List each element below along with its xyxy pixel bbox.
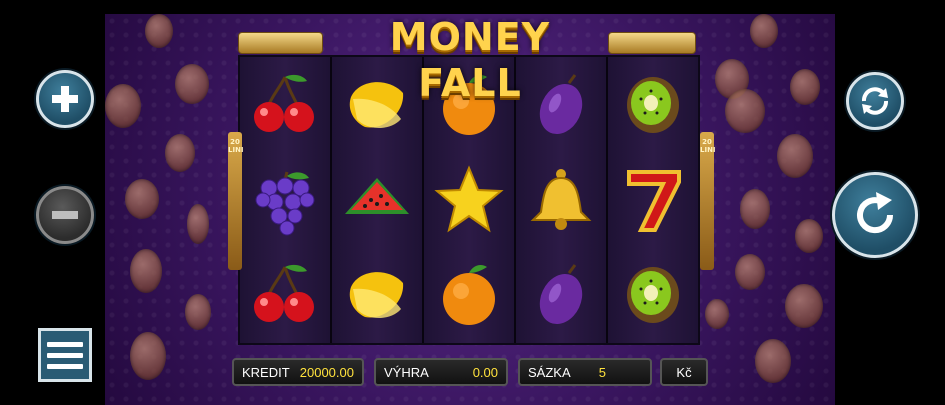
symbol-grapes [240, 152, 330, 247]
currency-button[interactable]: Kč [660, 358, 708, 386]
watermelon-icon [345, 177, 409, 214]
coin-stack-right [608, 32, 696, 54]
increase-bet-button[interactable] [36, 70, 94, 128]
credit-value: 20000.00 [299, 364, 354, 380]
kiwi-icon [627, 76, 679, 133]
bet-value: 5 [598, 364, 606, 380]
reel-4 [516, 57, 608, 343]
orange-icon [443, 265, 495, 326]
symbol-seven [608, 152, 698, 247]
reel-5 [608, 57, 698, 343]
lines-indicator-left: 20 LINI [228, 132, 244, 270]
spin-icon [857, 192, 894, 234]
bell-icon [530, 168, 592, 230]
symbol-cherry [240, 57, 330, 152]
cherry-icon [254, 74, 314, 132]
symbol-lemon [332, 57, 422, 152]
credit-label: KREDIT [242, 364, 290, 380]
symbol-bell [516, 152, 606, 247]
spin-button[interactable] [832, 172, 918, 258]
lemon-icon [349, 272, 404, 319]
bet-display[interactable]: SÁZKA 5 [518, 358, 652, 386]
win-value: 0.00 [472, 364, 498, 380]
cherry-icon [254, 265, 314, 323]
symbol-kiwi [608, 248, 698, 343]
symbol-kiwi [608, 57, 698, 152]
grapes-icon [255, 171, 315, 236]
lines-indicator-right: 20 LINI [700, 132, 716, 270]
game-title: MONEY FALL [389, 15, 551, 105]
bet-label: SÁZKA [528, 364, 571, 380]
plus-icon [52, 86, 78, 112]
kiwi-icon [627, 267, 679, 324]
autoplay-button[interactable] [846, 72, 904, 130]
decrease-bet-button[interactable] [36, 186, 94, 244]
coin-stack-left [238, 32, 323, 54]
menu-button[interactable] [38, 328, 92, 382]
win-display: VÝHRA 0.00 [374, 358, 508, 386]
symbol-orange [424, 248, 514, 343]
minus-icon [52, 211, 78, 219]
win-label: VÝHRA [384, 364, 429, 380]
reel-1 [240, 57, 332, 343]
autoplay-icon [862, 87, 888, 115]
currency-label: Kč [676, 364, 692, 380]
symbol-plum [516, 248, 606, 343]
symbol-cherry [240, 248, 330, 343]
menu-icon [47, 341, 83, 347]
symbol-watermelon [332, 152, 422, 247]
symbol-star [424, 152, 514, 247]
credit-display: KREDIT 20000.00 [232, 358, 364, 386]
plum-icon [539, 264, 583, 325]
symbol-plum [516, 57, 606, 152]
star-icon [434, 165, 504, 233]
plum-icon [539, 73, 583, 134]
seven-icon [627, 169, 681, 232]
symbol-lemon [332, 248, 422, 343]
reel-2 [332, 57, 424, 343]
lemon-icon [349, 81, 404, 128]
